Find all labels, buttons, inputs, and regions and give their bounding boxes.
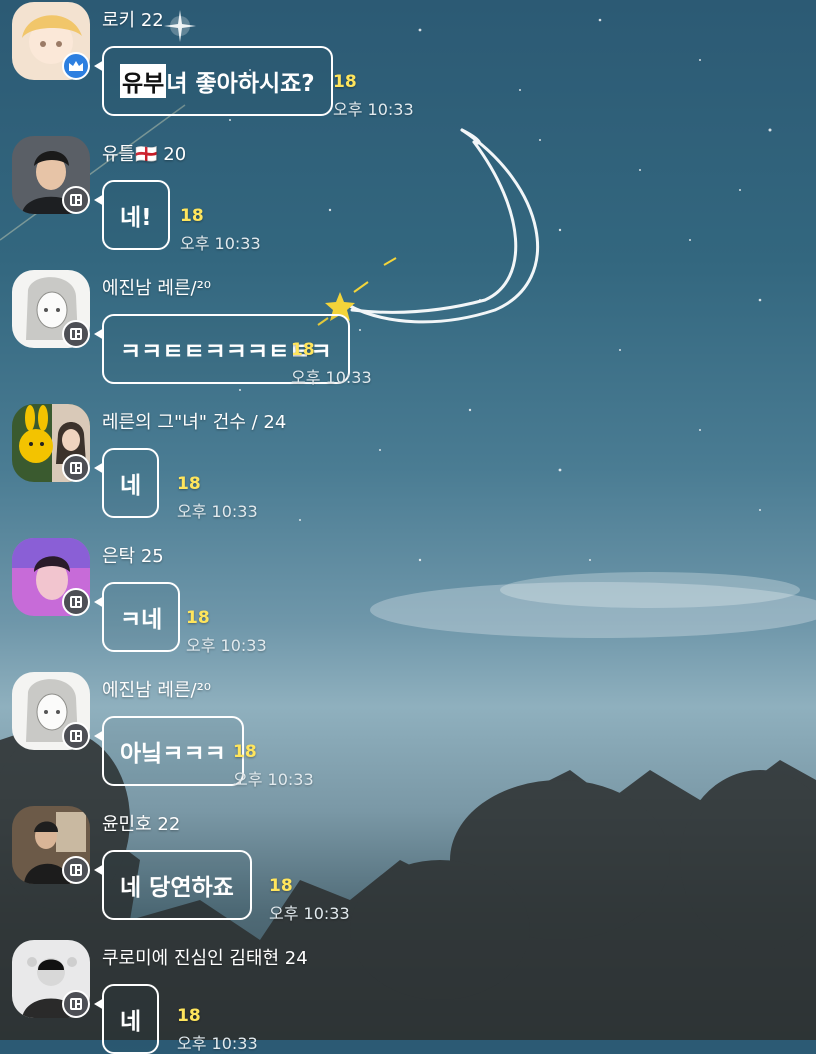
message-text-highlight: 유부 [120,64,167,98]
sender-name: 에진남 레른/²⁰ [102,680,212,701]
message-bubble[interactable]: ㅋ네 [94,582,181,652]
sender-name: 윤민호 22 [102,814,181,835]
sender-name: 에진남 레른/²⁰ [102,278,212,299]
unread-count: 18 [333,72,357,92]
unread-count: 18 [177,474,201,494]
message-bubble[interactable]: 유부 녀 좋아하시죠? [94,46,333,116]
timestamp: 오후 10:33 [291,368,372,387]
unread-count: 18 [269,876,293,896]
profile-card-icon [62,722,90,750]
unread-count: 18 [186,608,210,628]
sender-name: 쿠로미에 진심인 김태현 24 [102,948,308,969]
message-bubble[interactable]: 아닠ㅋㅋㅋ [94,716,244,786]
timestamp: 오후 10:33 [333,100,414,119]
timestamp: 오후 10:33 [269,904,350,923]
profile-card-icon [62,990,90,1018]
timestamp: 오후 10:33 [177,502,258,521]
timestamp: 오후 10:33 [177,1034,258,1053]
crown-icon [62,52,90,80]
sender-name: 은탁 25 [102,546,164,567]
profile-card-icon [62,856,90,884]
profile-card-icon [62,320,90,348]
message-text: 네 [120,1009,142,1035]
timestamp: 오후 10:33 [233,770,314,789]
message-bubble[interactable]: 네 당연하죠 [94,850,252,920]
sender-name: 레른의 그"녀" 건수 / 24 [102,412,287,433]
message-bubble[interactable]: 네! [94,180,170,250]
chat-feed[interactable]: 로키 22 유부 녀 좋아하시죠? 18 오후 10:33 유틀🏴󠁧󠁢󠁥󠁮󠁧󠁿 2… [0,0,816,1054]
message-text: ㅋ네 [120,607,163,633]
unread-count: 18 [291,340,315,360]
message-text: 네 [120,473,142,499]
unread-count: 18 [233,742,257,762]
message-text: 녀 좋아하시죠? [166,71,315,97]
message-text: 아닠ㅋㅋㅋ [120,741,226,767]
message-bubble[interactable]: 네 [94,448,160,518]
timestamp: 오후 10:33 [180,234,261,253]
timestamp: 오후 10:33 [186,636,267,655]
sender-name: 로키 22 [102,10,164,31]
message-text: 네 당연하죠 [120,875,234,901]
unread-count: 18 [177,1006,201,1026]
profile-card-icon [62,454,90,482]
sender-name: 유틀🏴󠁧󠁢󠁥󠁮󠁧󠁿 20 [102,144,187,165]
unread-count: 18 [180,206,204,226]
profile-card-icon [62,588,90,616]
message-text: 네! [120,205,152,231]
profile-card-icon [62,186,90,214]
message-bubble[interactable]: 네 [94,984,160,1054]
